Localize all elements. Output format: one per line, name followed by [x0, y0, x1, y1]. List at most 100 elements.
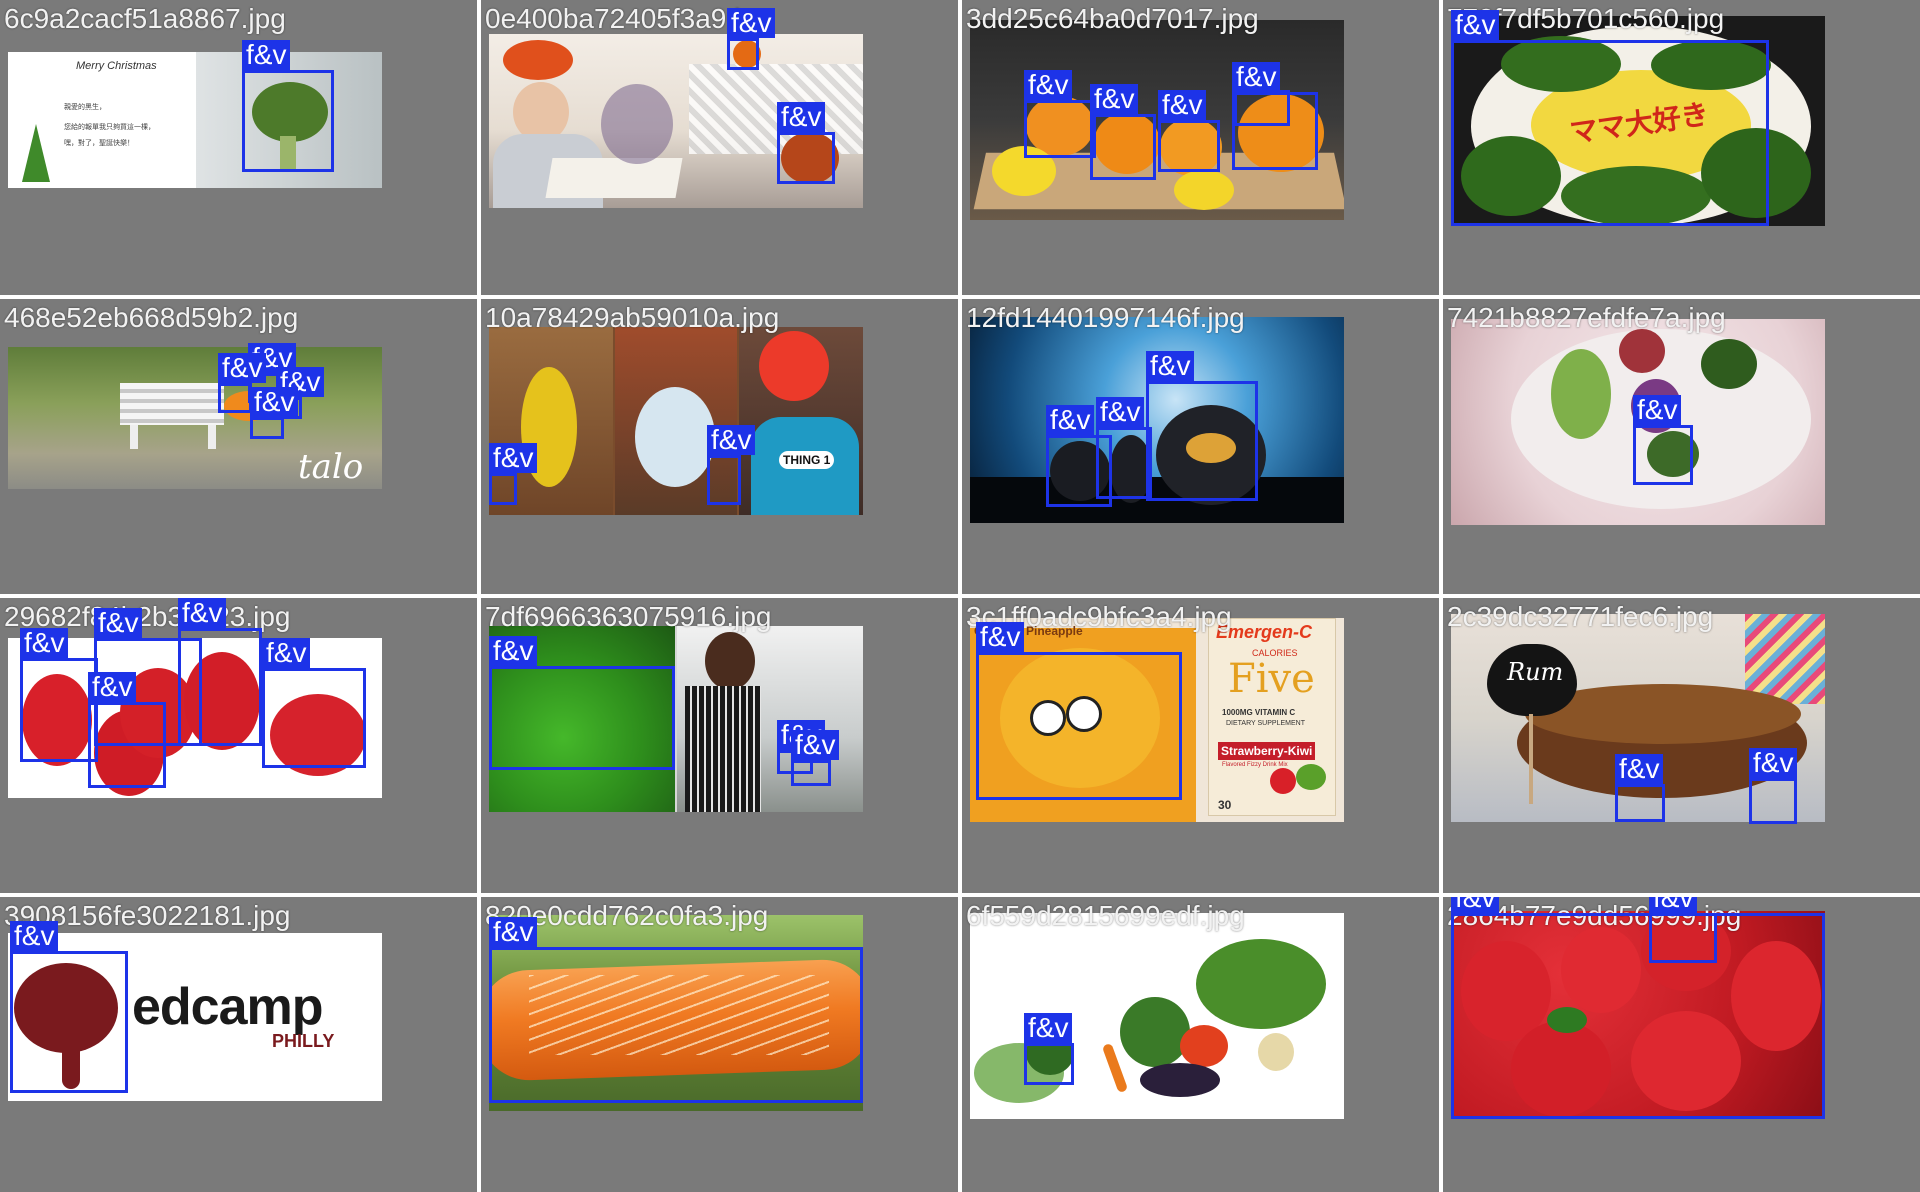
tile-image: 12fd14401997146f.jpg f&v f&v f&v [962, 299, 1439, 594]
chef-head [705, 632, 755, 690]
filename-label: 10a78429ab59010a.jpg [485, 302, 780, 333]
detection-box: f&v [489, 443, 538, 505]
greens [1120, 997, 1190, 1067]
filename-label: 6f559d2815699edf.jpg [966, 900, 1245, 931]
detection-box: f&v [1024, 1013, 1074, 1085]
bench [120, 383, 224, 425]
count-text: 30 [1218, 798, 1232, 812]
shirt-text: THING 1 [779, 451, 835, 469]
tile-image: 0e400ba72405f3a9.jpg f&v f&v [481, 0, 958, 295]
fizzy-text: Flavored Fizzy Drink Mix [1222, 762, 1288, 768]
detection-box: f&v [976, 622, 1182, 800]
detection-box: f&v [88, 672, 166, 788]
bench-leg [208, 425, 216, 449]
detection-tag: f&v [976, 622, 1025, 652]
sign-stick [1529, 714, 1533, 804]
detection-tag: f&v [1146, 351, 1195, 381]
tile-image: talo 468e52eb668d59b2.jpg f&v f&v f&v f&… [0, 299, 477, 594]
card-line: 親愛的黑生， [64, 104, 106, 111]
card-title: Merry Christmas [76, 60, 157, 72]
tile-image: 29682f84b2b33a23.jpg f&v f&v f&v f&v f&v [0, 598, 477, 893]
tile-image: 6f559d2815699edf.jpg f&v [962, 897, 1439, 1192]
detection-box: f&v [489, 917, 863, 1103]
signature: talo [298, 447, 364, 487]
detection-box: f&v [1046, 405, 1112, 507]
tile-image: Rum 2c39dc32771fec6.jpg f&v f&v [1443, 598, 1920, 893]
supplement-text: DIETARY SUPPLEMENT [1226, 720, 1305, 727]
logo-sub: PHILLY [272, 1031, 335, 1051]
detection-box: f&v [1090, 84, 1156, 180]
detection-tag: f&v [1451, 10, 1500, 40]
tile-image: Coconut Pineapple Emergen-C CALORIES Fiv… [962, 598, 1439, 893]
card-line: 您給的報單我只夠買這一棵， [64, 124, 155, 131]
red-wig [759, 331, 829, 401]
flavor-text: Strawberry-Kiwi [1218, 742, 1316, 760]
kiwi [1296, 764, 1326, 790]
bench-leg [130, 425, 138, 449]
detection-box: f&v [178, 598, 262, 746]
detection-box: f&v [1451, 10, 1769, 226]
detection-tag: f&v [1232, 62, 1281, 92]
detection-box: f&v [489, 636, 675, 770]
detection-tag: f&v [1451, 897, 1500, 913]
detection-grid: Merry Christmas 親愛的黑生， 您給的報單我只夠買這一棵， 嘿，對… [0, 0, 1920, 1192]
detection-tag: f&v [88, 672, 137, 702]
vitamin-text: 1000MG VITAMIN C [1222, 708, 1296, 717]
detection-box: f&v [262, 638, 366, 768]
tomato [1180, 1025, 1228, 1067]
lemon [1174, 170, 1234, 210]
strawberry-print [1270, 768, 1296, 794]
detection-tag: f&v [262, 638, 311, 668]
tile-image: THING 1 10a78429ab59010a.jpg f&v f&v [481, 299, 958, 594]
five-text: Five [1228, 656, 1315, 702]
detection-tag: f&v [1615, 754, 1664, 784]
detection-tag: f&v [489, 917, 538, 947]
detection-tag: f&v [1024, 70, 1073, 100]
detection-tag: f&v [489, 443, 538, 473]
tile-image: ママ大好き 772f7df5b701c560.jpg f&v [1443, 0, 1920, 295]
detection-box [1234, 90, 1290, 126]
detection-tag: f&v [707, 425, 756, 455]
filename-label: 7421b8827efdfe7a.jpg [1447, 302, 1726, 333]
filename-label: 2c39dc32771fec6.jpg [1447, 601, 1714, 632]
detection-box: f&v [1749, 748, 1798, 824]
detection-tag: f&v [1749, 748, 1798, 778]
detection-tag: f&v [1649, 897, 1698, 913]
detection-tag: f&v [242, 40, 291, 70]
broccoli-piece [1701, 339, 1757, 389]
logo-main: edcamp [132, 978, 324, 1036]
detection-box: f&v [1649, 897, 1717, 963]
green-veg [1551, 349, 1611, 439]
detection-tag: f&v [178, 598, 227, 628]
detection-box: f&v [20, 628, 98, 762]
filename-label: 12fd14401997146f.jpg [966, 302, 1245, 333]
detection-box: f&v [1024, 70, 1096, 158]
detection-box: f&v [242, 40, 334, 172]
detection-tag: f&v [1090, 84, 1139, 114]
detection-tag: f&v [218, 353, 267, 383]
detection-box: f&v [1615, 754, 1665, 822]
tile-image: 7df6966363075916.jpg f&v f&v f&v [481, 598, 958, 893]
striped-cloth [1745, 614, 1825, 704]
lattice [689, 64, 863, 154]
detection-box: f&v [791, 730, 840, 786]
red-veg [1619, 329, 1665, 373]
celery-top [1196, 939, 1326, 1029]
detection-tag: f&v [791, 730, 840, 760]
detection-tag: f&v [489, 636, 538, 666]
detection-tag: f&v [727, 8, 776, 38]
detection-box: f&v [10, 921, 128, 1093]
detection-box: f&v [1633, 395, 1693, 485]
tile-image: 3dd25c64ba0d7017.jpg f&v f&v f&v f&v [962, 0, 1439, 295]
book [545, 158, 683, 198]
onion [1258, 1033, 1294, 1071]
detection-tag: f&v [1024, 1013, 1073, 1043]
detection-tag: f&v [250, 387, 299, 417]
detection-box: f&v [777, 102, 835, 184]
detection-tag: f&v [1633, 395, 1682, 425]
candy-jar [601, 84, 673, 164]
detection-box: f&v [1146, 351, 1258, 501]
detection-tag: f&v [94, 608, 143, 638]
chef-apron [685, 686, 761, 812]
photo: THING 1 [489, 327, 863, 515]
